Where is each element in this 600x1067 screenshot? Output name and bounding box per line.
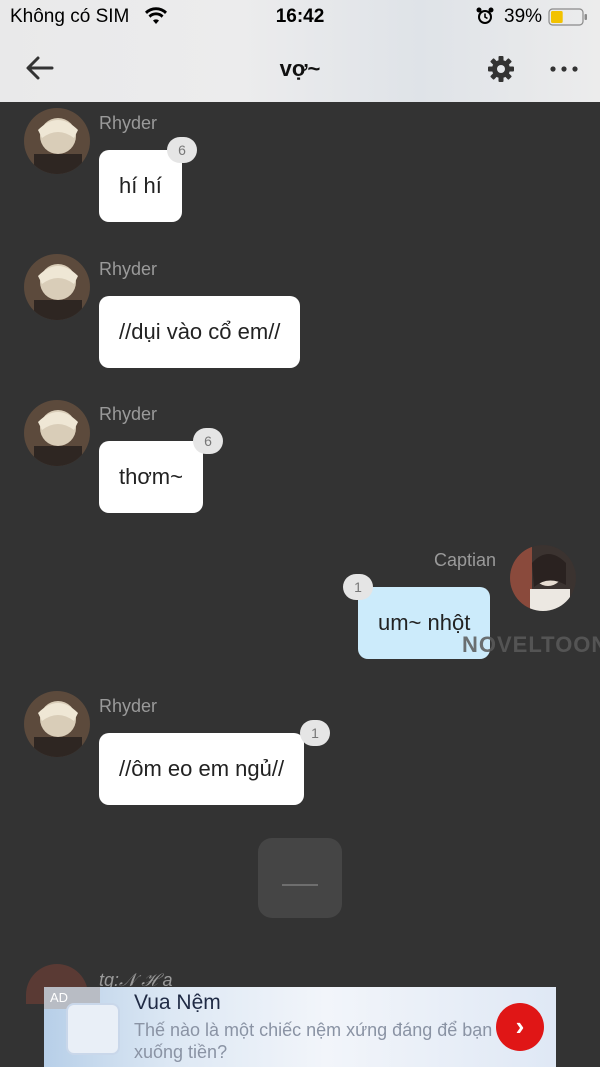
comment-count-badge[interactable]: 1 (300, 720, 330, 746)
placeholder-dash (282, 884, 318, 886)
watermark: NOVELTOON (462, 632, 600, 657)
sender-name: Captian (434, 550, 497, 570)
avatar[interactable] (24, 254, 90, 320)
top-bar: Không có SIM 16:42 39% vợ~ (0, 0, 600, 102)
loading-placeholder[interactable] (258, 838, 342, 918)
sender-name: Rhyder (99, 259, 158, 279)
chevron-right-icon[interactable]: › (496, 1003, 544, 1051)
ad-banner[interactable]: AD Vua Nệm Thế nào là một chiếc nệm xứng… (44, 987, 556, 1067)
ad-description: Thế nào là một chiếc nệm xứng đáng để bạ… (134, 1020, 493, 1062)
sender-name: Rhyder (99, 404, 158, 424)
sender-name: Rhyder (99, 113, 158, 133)
message-bubble[interactable]: thơm~ (99, 441, 203, 513)
ad-title: Vua Nệm (134, 991, 221, 1014)
battery-icon (548, 8, 587, 26)
chat-header: vợ~ (0, 34, 600, 102)
comment-count-badge[interactable]: 6 (167, 137, 197, 163)
avatar[interactable] (510, 545, 576, 611)
comment-count-badge[interactable]: 1 (343, 574, 373, 600)
more-options-icon[interactable] (548, 54, 580, 84)
avatar[interactable] (24, 400, 90, 466)
gear-icon[interactable] (486, 54, 516, 84)
avatar[interactable] (24, 108, 90, 174)
comment-count-badge[interactable]: 6 (193, 428, 223, 454)
message-bubble[interactable]: hí hí (99, 150, 182, 222)
ad-thumbnail (66, 1003, 120, 1055)
avatar[interactable] (24, 691, 90, 757)
sender-name: Rhyder (99, 696, 158, 716)
battery-percent: 39% (504, 6, 543, 27)
status-bar: Không có SIM 16:42 39% (0, 0, 600, 34)
alarm-icon (476, 7, 494, 24)
message-bubble[interactable]: //dụi vào cổ em// (99, 296, 301, 368)
message-bubble[interactable]: //ôm eo em ngủ// (99, 733, 305, 805)
